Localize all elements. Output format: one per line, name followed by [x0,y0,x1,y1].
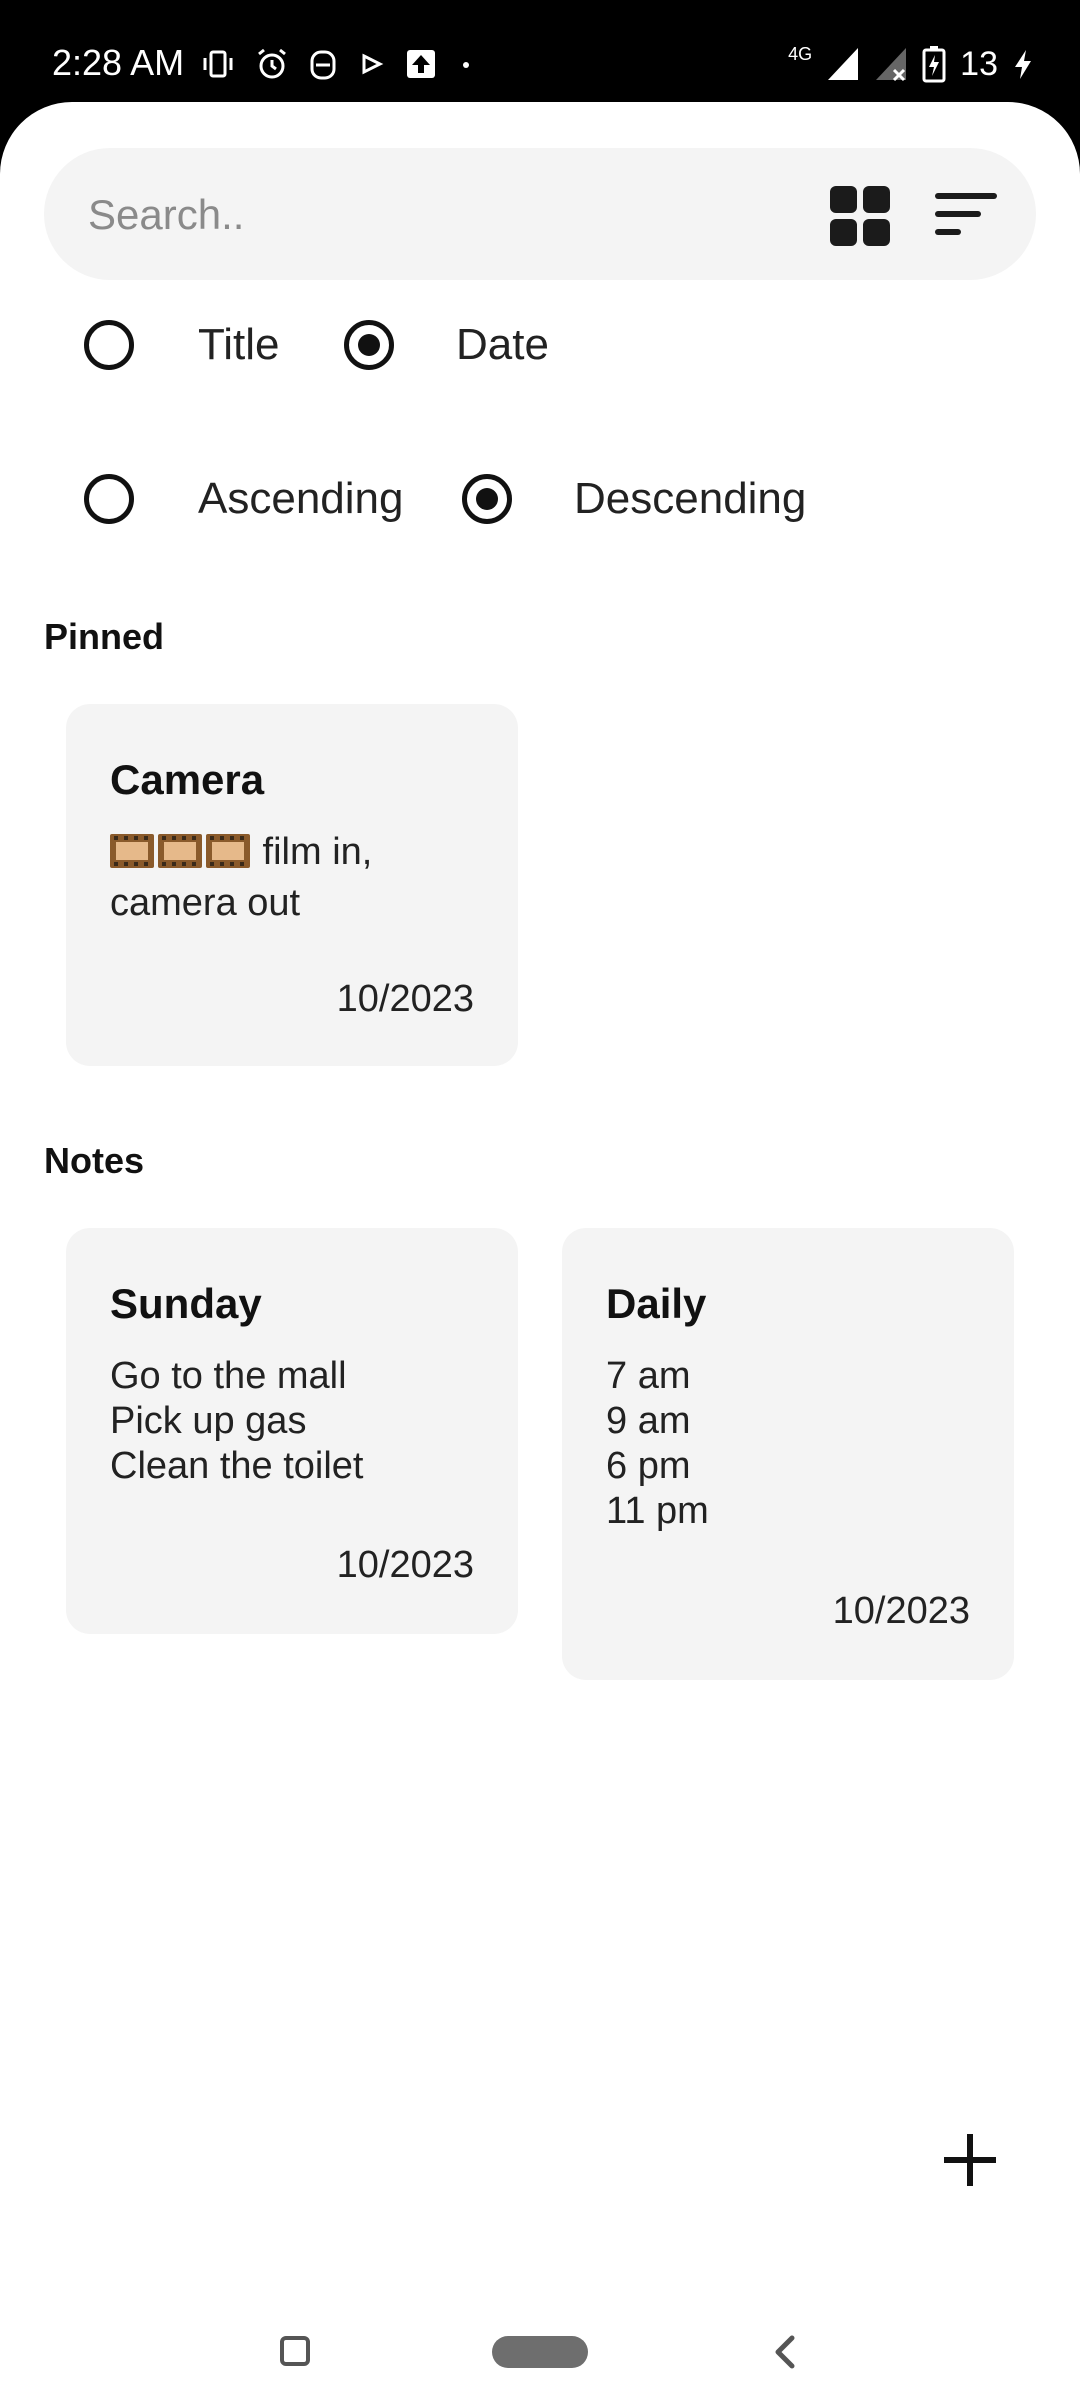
pinned-section-title: Pinned [44,616,165,657]
radio-descending[interactable] [462,474,512,524]
radio-date-label[interactable]: Date [456,320,549,370]
recents-button[interactable] [280,2336,310,2366]
search-bar [44,148,1036,280]
note-body: 7 am 9 am 6 pm 11 pm [606,1355,709,1532]
home-button[interactable] [492,2336,588,2368]
system-nav-bar [0,2282,1080,2400]
signal-icon [828,48,859,80]
back-button[interactable] [770,2332,800,2372]
note-title: Daily [606,1280,707,1327]
status-time: 2:28 AM [52,42,185,83]
film-strip-icon [110,832,252,881]
play-icon [362,53,384,75]
signal-no-service-icon [876,48,907,82]
radio-ascending[interactable] [84,474,134,524]
sort-icon[interactable] [934,188,998,240]
network-type-label: 4G [788,43,813,64]
app-notification-icon [310,50,336,80]
note-card-daily[interactable]: Daily 7 am 9 am 6 pm 11 pm 10/2023 [562,1228,1014,1680]
battery-charging-icon [922,46,946,83]
upload-icon [407,50,435,78]
radio-ascending-label[interactable]: Ascending [198,474,403,524]
notes-section-title: Notes [44,1140,145,1181]
radio-date[interactable] [344,320,394,370]
status-icons-left [200,44,476,84]
battery-level: 13 [960,44,998,83]
note-date: 10/2023 [336,978,474,1020]
status-bar: 2:28 AM 4G 13 [0,0,1080,104]
note-title: Camera [110,756,265,803]
notes-app-screen: Title Date Ascending Descending Pinned C… [0,102,1080,2400]
radio-title[interactable] [84,320,134,370]
note-date: 10/2023 [832,1590,970,1632]
charging-bolt-icon [1015,50,1031,79]
sort-order-group: Ascending Descending [0,454,1080,544]
grid-view-icon[interactable] [828,184,892,248]
dot-icon [463,62,469,68]
sort-field-group: Title Date [0,300,1080,390]
radio-title-label[interactable]: Title [198,320,280,370]
radio-descending-label[interactable]: Descending [574,474,806,524]
search-input[interactable] [86,178,810,252]
add-note-button[interactable] [940,2130,1000,2190]
note-title: Sunday [110,1280,262,1327]
status-icons-right: 4G 13 [788,44,1034,84]
vibrate-icon [203,50,233,78]
pinned-note-card[interactable]: Camera film in, camera out 10/2023 [66,704,518,1066]
note-date: 10/2023 [336,1544,474,1586]
note-body: Go to the mall Pick up gas Clean the toi… [110,1355,364,1487]
note-body: film in, camera out [110,830,490,926]
note-card-sunday[interactable]: Sunday Go to the mall Pick up gas Clean … [66,1228,518,1634]
alarm-icon [258,48,286,79]
